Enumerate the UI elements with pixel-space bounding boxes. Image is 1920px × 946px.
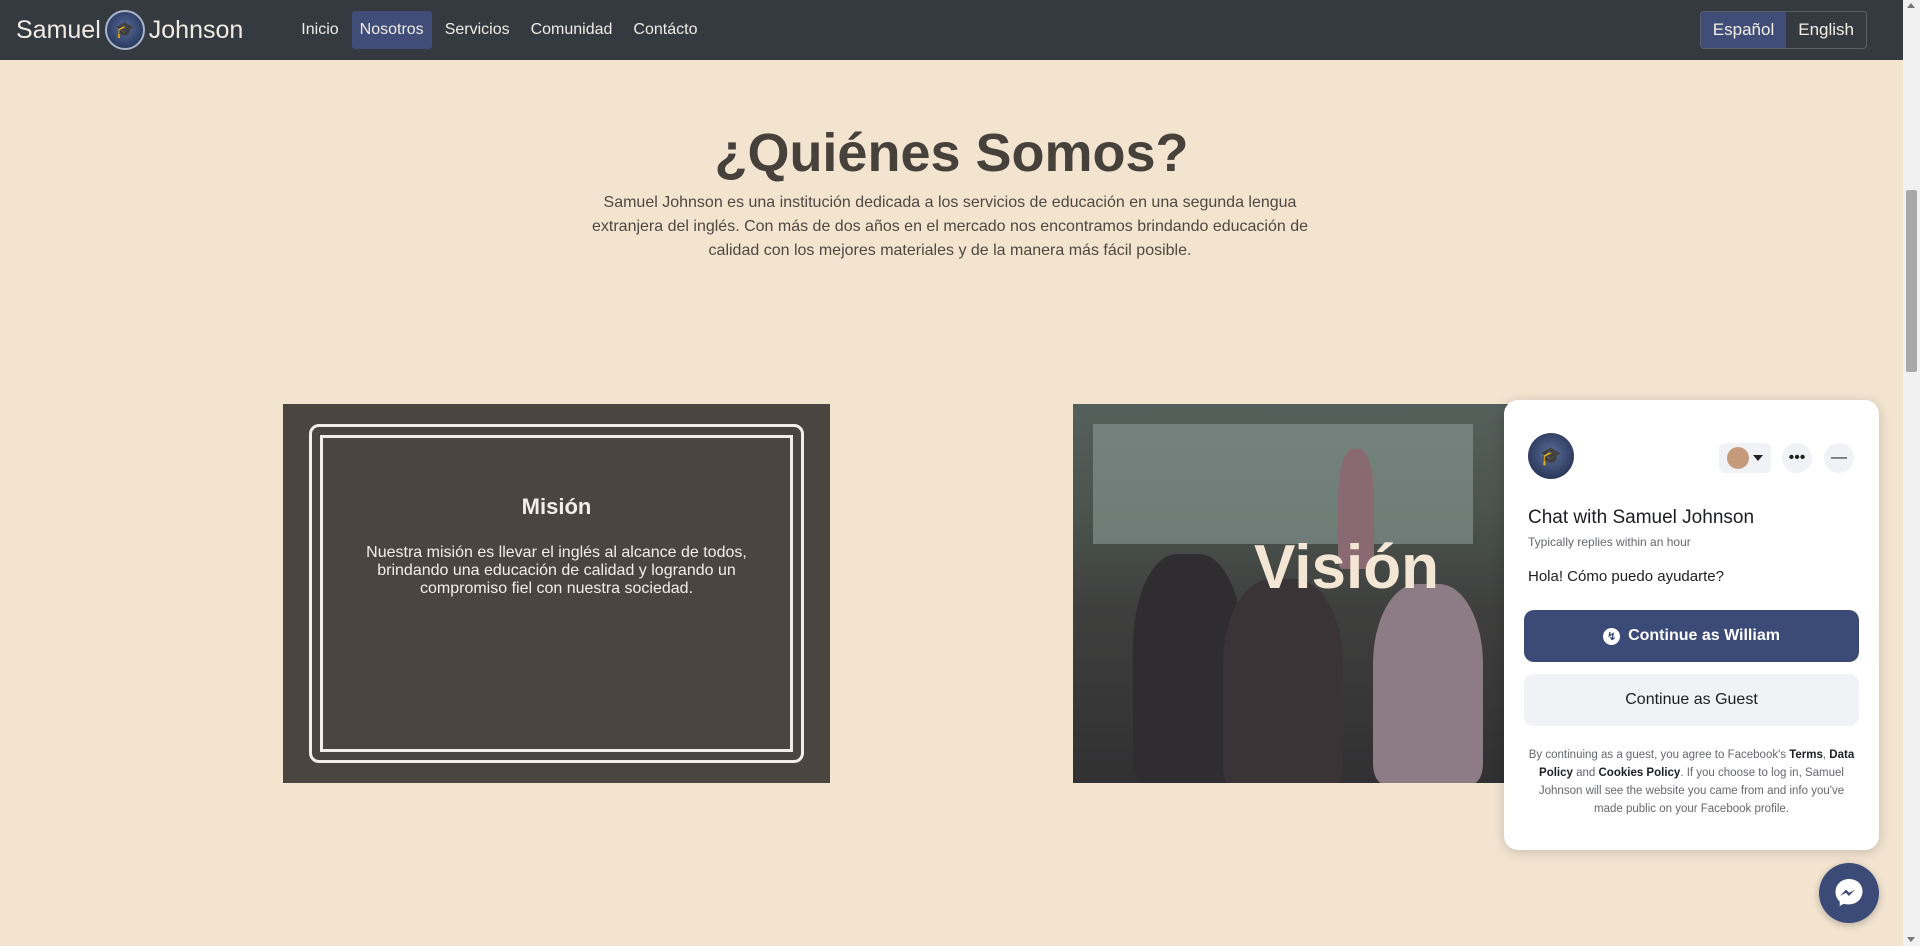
more-options-icon[interactable]: •••	[1782, 443, 1812, 473]
about-text: Samuel Johnson es una institución dedica…	[592, 194, 1308, 259]
mision-card: Misión Nuestra misión es llevar el inglé…	[283, 404, 830, 783]
scrollbar-thumb[interactable]	[1906, 190, 1917, 372]
user-avatar	[1727, 447, 1749, 469]
chat-subtitle: Typically replies within an hour	[1528, 535, 1691, 549]
nav-item-comunidad[interactable]: Comunidad	[523, 11, 621, 49]
classroom-photo-student	[1223, 579, 1343, 783]
messenger-icon	[1835, 879, 1863, 906]
legal-text: By continuing as a guest, you agree to F…	[1528, 749, 1790, 761]
page-scrollbar[interactable]	[1903, 0, 1920, 946]
scroll-down-arrow-icon[interactable]	[1907, 937, 1915, 942]
main-nav: Inicio Nosotros Servicios Comunidad Cont…	[293, 11, 710, 49]
brand[interactable]: Samuel 🎓 Johnson	[16, 10, 243, 50]
navbar: Samuel 🎓 Johnson Inicio Nosotros Servici…	[0, 0, 1903, 60]
nav-item-nosotros[interactable]: Nosotros	[351, 11, 432, 49]
nav-item-contacto[interactable]: Contácto	[625, 11, 705, 49]
continue-as-user-label: Continue as William	[1628, 627, 1780, 644]
minimize-icon[interactable]: —	[1824, 443, 1854, 473]
chat-widget: 🎓 ••• — Chat with Samuel Johnson Typical…	[1504, 400, 1879, 850]
terms-link[interactable]: Terms	[1789, 749, 1823, 761]
chevron-down-icon	[1753, 455, 1763, 461]
about-title: ¿Quiénes Somos?	[714, 123, 1189, 183]
brand-name-right: Johnson	[148, 15, 244, 44]
brand-name-left: Samuel	[16, 15, 101, 44]
mision-text: Nuestra misión es llevar el inglés al al…	[366, 544, 747, 597]
chat-title: Chat with Samuel Johnson	[1528, 507, 1755, 528]
scroll-up-arrow-icon[interactable]	[1907, 3, 1915, 8]
continue-as-guest-button[interactable]: Continue as Guest	[1524, 674, 1859, 726]
classroom-photo-student	[1373, 584, 1483, 783]
chat-greeting: Hola! Cómo puedo ayudarte?	[1528, 568, 1724, 585]
nav-item-inicio[interactable]: Inicio	[293, 11, 346, 49]
messenger-icon: ↯	[1603, 627, 1621, 645]
account-switcher[interactable]	[1719, 443, 1771, 473]
legal-text: and	[1572, 767, 1599, 779]
language-switcher: Español English	[1699, 11, 1867, 49]
legal-disclaimer: By continuing as a guest, you agree to F…	[1524, 746, 1859, 818]
continue-as-user-button[interactable]: ↯ Continue as William	[1524, 610, 1859, 662]
page-avatar: 🎓	[1528, 433, 1574, 479]
cookies-policy-link[interactable]: Cookies Policy	[1599, 767, 1681, 779]
classroom-board-image	[1093, 424, 1473, 544]
language-espanol-button[interactable]: Español	[1700, 12, 1787, 48]
mision-title: Misión	[521, 494, 592, 519]
language-english-button[interactable]: English	[1786, 12, 1866, 48]
messenger-launcher-button[interactable]	[1819, 863, 1879, 923]
graduation-cap-logo-icon: 🎓	[104, 10, 145, 50]
nav-item-servicios[interactable]: Servicios	[437, 11, 518, 49]
